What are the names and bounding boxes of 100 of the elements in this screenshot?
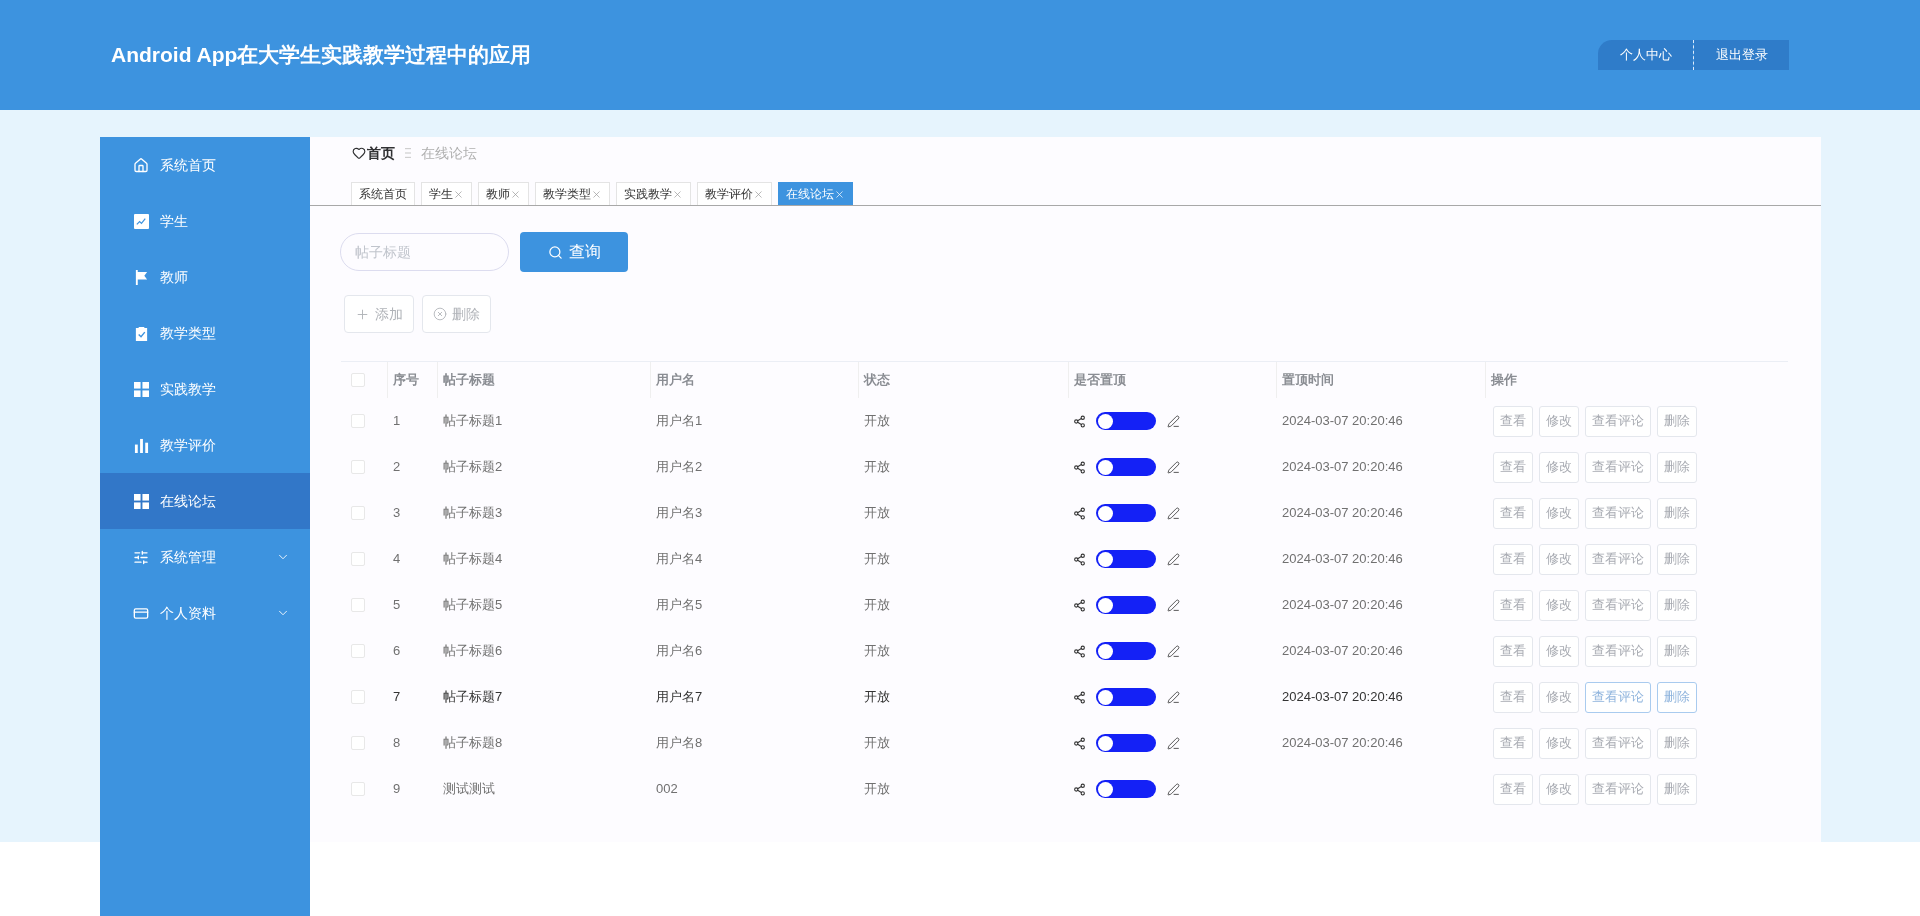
table-cell: 4 <box>393 551 401 567</box>
action-button[interactable]: 查看评论 <box>1585 543 1651 575</box>
share-icon[interactable] <box>1073 552 1086 566</box>
action-button[interactable]: 删除 <box>1657 773 1697 805</box>
pencil-icon[interactable] <box>1167 782 1180 796</box>
table-cell: 开放 <box>864 459 890 475</box>
pencil-icon[interactable] <box>1167 460 1180 474</box>
action-button[interactable]: 修改 <box>1539 589 1579 621</box>
action-button[interactable]: 修改 <box>1539 543 1579 575</box>
toggle-switch[interactable] <box>1096 642 1156 660</box>
app-title: Android App在大学生实践教学过程中的应用 <box>111 42 532 69</box>
action-button[interactable]: 查看评论 <box>1585 497 1651 529</box>
action-button[interactable]: 查看评论 <box>1585 773 1651 805</box>
action-button[interactable]: 查看评论 <box>1585 405 1651 437</box>
pencil-icon[interactable] <box>1167 736 1180 750</box>
action-button[interactable]: 删除 <box>1657 727 1697 759</box>
action-button[interactable]: 查看评论 <box>1585 451 1651 483</box>
action-button[interactable]: 查看 <box>1493 773 1533 805</box>
tab[interactable]: 教师 <box>478 182 529 205</box>
pencil-icon[interactable] <box>1167 690 1180 704</box>
plus-icon <box>355 306 370 322</box>
chart-icon <box>133 213 149 229</box>
action-button[interactable]: 查看评论 <box>1585 589 1651 621</box>
action-button[interactable]: 查看 <box>1493 497 1533 529</box>
action-button[interactable]: 查看评论 <box>1585 681 1651 713</box>
table-cell: 用户名3 <box>656 505 703 521</box>
header-button[interactable]: 退出登录 <box>1694 40 1789 70</box>
share-icon[interactable] <box>1073 644 1086 658</box>
tab[interactable]: 系统首页 <box>351 182 415 205</box>
action-button[interactable]: 查看 <box>1493 451 1533 483</box>
share-icon[interactable] <box>1073 690 1086 704</box>
share-icon[interactable] <box>1073 460 1086 474</box>
toggle-switch[interactable] <box>1096 734 1156 752</box>
action-button[interactable]: 查看评论 <box>1585 727 1651 759</box>
action-button[interactable]: 删除 <box>1657 497 1697 529</box>
tab[interactable]: 在线论坛 <box>778 182 853 205</box>
table-cell: 开放 <box>864 643 890 659</box>
action-button[interactable]: 修改 <box>1539 681 1579 713</box>
toggle-switch[interactable] <box>1096 504 1156 522</box>
pencil-icon[interactable] <box>1167 644 1180 658</box>
toggle-switch[interactable] <box>1096 550 1156 568</box>
action-button[interactable]: 删除 <box>1657 681 1697 713</box>
action-button[interactable]: 查看 <box>1493 727 1533 759</box>
action-button[interactable]: 修改 <box>1539 451 1579 483</box>
share-icon[interactable] <box>1073 736 1086 750</box>
delete-button[interactable]: 删除 <box>422 295 491 333</box>
breadcrumb-link[interactable]: 在线论坛 <box>421 142 477 164</box>
table-cell: 帖子标题2 <box>443 459 503 475</box>
table-cell: 开放 <box>864 597 890 613</box>
pencil-icon[interactable] <box>1167 414 1180 428</box>
action-button[interactable]: 修改 <box>1539 405 1579 437</box>
column-header: 操作 <box>1491 371 1517 390</box>
action-button[interactable]: 查看 <box>1493 635 1533 667</box>
action-button[interactable]: 修改 <box>1539 497 1579 529</box>
toggle-switch[interactable] <box>1096 780 1156 798</box>
toggle-switch[interactable] <box>1096 458 1156 476</box>
toggle-switch[interactable] <box>1096 412 1156 430</box>
action-button[interactable]: 修改 <box>1539 727 1579 759</box>
share-icon[interactable] <box>1073 414 1086 428</box>
table-cell: 2 <box>393 459 401 475</box>
tab[interactable]: 教学评价 <box>697 182 772 205</box>
share-icon[interactable] <box>1073 782 1086 796</box>
action-button[interactable]: 删除 <box>1657 405 1697 437</box>
table-cell: 开放 <box>864 781 890 797</box>
tab[interactable]: 教学类型 <box>535 182 610 205</box>
search-field[interactable]: 帖子标题 <box>340 233 509 271</box>
table-cell: 用户名5 <box>656 597 703 613</box>
action-button[interactable]: 查看 <box>1493 543 1533 575</box>
action-button[interactable]: 查看 <box>1493 405 1533 437</box>
action-button[interactable]: 查看 <box>1493 681 1533 713</box>
action-button[interactable]: 删除 <box>1657 589 1697 621</box>
action-button[interactable]: 删除 <box>1657 635 1697 667</box>
action-button[interactable]: 删除 <box>1657 543 1697 575</box>
column-header: 用户名 <box>656 371 695 390</box>
tab[interactable]: 实践教学 <box>616 182 691 205</box>
action-button[interactable]: 修改 <box>1539 773 1579 805</box>
action-button[interactable]: 查看评论 <box>1585 635 1651 667</box>
pencil-icon[interactable] <box>1167 598 1180 612</box>
table-cell: 开放 <box>864 551 890 567</box>
table-cell: 7 <box>393 689 401 705</box>
share-icon[interactable] <box>1073 598 1086 612</box>
action-button[interactable]: 修改 <box>1539 635 1579 667</box>
table-cell: 用户名8 <box>656 735 703 751</box>
toggle-switch[interactable] <box>1096 596 1156 614</box>
table-cell: 帖子标题3 <box>443 505 503 521</box>
search-button[interactable]: 查询 <box>520 232 628 272</box>
sidebar-item[interactable]: 在线论坛 <box>100 473 310 529</box>
action-button[interactable]: 删除 <box>1657 451 1697 483</box>
share-icon[interactable] <box>1073 506 1086 520</box>
home-icon <box>133 156 149 174</box>
add-button[interactable]: 添加 <box>344 295 414 333</box>
flag-icon <box>133 269 149 285</box>
pencil-icon[interactable] <box>1167 506 1180 520</box>
toggle-switch[interactable] <box>1096 688 1156 706</box>
action-button[interactable]: 查看 <box>1493 589 1533 621</box>
grid-icon <box>133 493 149 509</box>
header-button[interactable]: 个人中心 <box>1598 40 1693 70</box>
breadcrumb-link[interactable]: 首页 <box>367 142 395 164</box>
tab[interactable]: 学生 <box>421 182 472 205</box>
pencil-icon[interactable] <box>1167 552 1180 566</box>
